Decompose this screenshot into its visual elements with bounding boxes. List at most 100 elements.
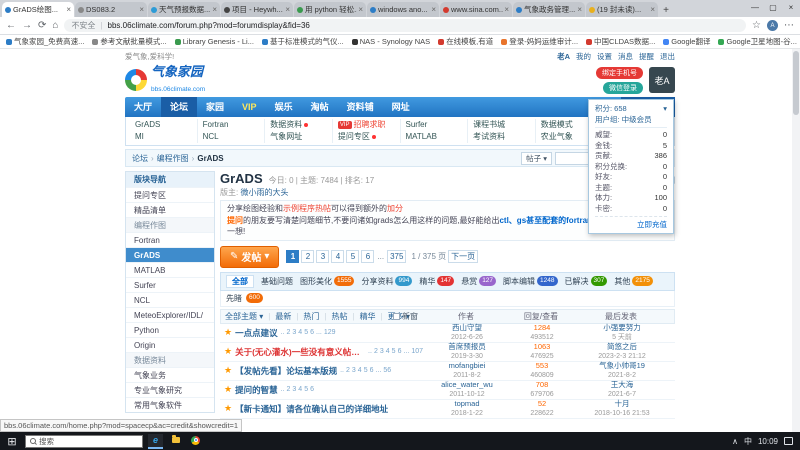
last-post-time[interactable]: 5 天前: [612, 334, 632, 341]
tray-expand-icon[interactable]: ∧: [732, 437, 738, 446]
tab-close-icon[interactable]: ×: [650, 5, 655, 14]
thread-page-link[interactable]: ...: [316, 329, 322, 336]
last-post-time[interactable]: 2023-2-3 21:12: [598, 353, 645, 360]
recharge-link[interactable]: 立即充值: [595, 216, 667, 230]
sidebar-item-Surfer[interactable]: Surfer: [126, 277, 214, 292]
filter-tab-分享资料[interactable]: 分享资料994: [361, 276, 412, 287]
last-poster-link[interactable]: 简悠之后: [573, 342, 671, 351]
maximize-icon[interactable]: ▢: [764, 0, 782, 14]
subnav-link[interactable]: 考试资料: [473, 131, 530, 143]
sidebar-item-精品清单[interactable]: 精品清单: [126, 202, 214, 217]
thread-page-link[interactable]: 107: [411, 348, 423, 355]
site-logo[interactable]: 气象家园 bbs.06climate.com: [125, 65, 205, 96]
thread-page-link[interactable]: 56: [383, 367, 391, 374]
subnav-link[interactable]: 提问专区: [338, 131, 395, 143]
sort-link-精华[interactable]: 精华: [360, 311, 376, 322]
new-window-checkbox[interactable]: [393, 313, 400, 320]
bookmark-item[interactable]: Library Genesis - Li...: [175, 37, 254, 46]
filter-tab-基础问题[interactable]: 基础问题: [261, 276, 293, 287]
last-poster-link[interactable]: 小强要努力: [573, 323, 671, 332]
subnav-link[interactable]: NCL: [203, 131, 260, 143]
forward-icon[interactable]: →: [22, 20, 32, 31]
notification-icon[interactable]: [784, 437, 793, 445]
thread-page-link[interactable]: 6: [310, 329, 314, 336]
breadcrumb-item[interactable]: 论坛: [132, 153, 148, 164]
nav-item-VIP[interactable]: VIP: [233, 97, 266, 117]
thread-author-link[interactable]: 西山守望: [423, 323, 511, 332]
wechat-login-badge[interactable]: 微信登录: [603, 82, 643, 94]
subnav-link[interactable]: 课程书城: [473, 119, 530, 131]
last-poster-link[interactable]: 气象小帅哥19: [573, 361, 671, 370]
page-number[interactable]: 2: [301, 250, 314, 263]
moderator-link[interactable]: 微小雨的大头: [240, 188, 288, 197]
page-number[interactable]: 1: [286, 250, 299, 263]
thread-title-link[interactable]: 一点点建议: [235, 327, 278, 339]
browser-tab[interactable]: 气象政务管理...×: [513, 2, 585, 17]
nav-item-资料铺[interactable]: 资料铺: [338, 97, 383, 117]
home-icon[interactable]: ⌂: [52, 20, 58, 31]
subnav-link[interactable]: Fortran: [203, 119, 260, 131]
sidebar-item-专业气象研究[interactable]: 专业气象研究: [126, 382, 214, 397]
bookmark-item[interactable]: Google卫星地图-谷...: [718, 36, 796, 47]
nav-item-淘帖[interactable]: 淘帖: [302, 97, 338, 117]
sidebar-item-气象业务[interactable]: 气象业务: [126, 367, 214, 382]
bookmark-item[interactable]: 气象家园_免费高速...: [6, 36, 84, 47]
bookmark-item[interactable]: 基于标准模式的气仪...: [262, 36, 344, 47]
back-icon[interactable]: ←: [6, 20, 16, 31]
thread-page-link[interactable]: 2: [374, 348, 378, 355]
start-button[interactable]: ⊞: [4, 435, 20, 448]
bind-phone-badge[interactable]: 绑定手机号: [596, 67, 643, 79]
new-post-button[interactable]: ✎ 发帖 ▾: [220, 246, 279, 268]
filter-tab-脚本编辑[interactable]: 脚本编辑1248: [503, 276, 557, 287]
user-avatar[interactable]: 老A: [649, 67, 675, 93]
last-poster-link[interactable]: 王大海: [573, 380, 671, 389]
page-scrollbar[interactable]: [792, 49, 800, 432]
filter-tab-全部[interactable]: 全部: [226, 275, 254, 288]
taskbar-edge-icon[interactable]: e: [148, 434, 163, 449]
nav-item-网址[interactable]: 网址: [383, 97, 419, 117]
subnav-link[interactable]: VIP招聘求职: [338, 119, 395, 131]
scrollbar-thumb[interactable]: [793, 51, 799, 115]
page-number[interactable]: 3: [316, 250, 329, 263]
filter-tab-其他[interactable]: 其他2175: [614, 276, 652, 287]
thread-title-link[interactable]: 【发帖先看】论坛基本版规: [235, 365, 337, 377]
tab-close-icon[interactable]: ×: [212, 5, 217, 14]
thread-page-link[interactable]: 3: [352, 367, 356, 374]
sidebar-item-数据资料[interactable]: 数据资料: [126, 352, 214, 367]
browser-tab[interactable]: 天气预报数据...×: [148, 2, 220, 17]
close-icon[interactable]: ×: [782, 0, 800, 14]
user-link[interactable]: 设置: [597, 51, 612, 62]
thread-page-link[interactable]: 2: [286, 329, 290, 336]
sidebar-item-Origin[interactable]: Origin: [126, 337, 214, 352]
nav-item-娱乐[interactable]: 娱乐: [266, 97, 302, 117]
sidebar-item-Fortran[interactable]: Fortran: [126, 232, 214, 247]
tab-close-icon[interactable]: ×: [431, 5, 436, 14]
refresh-icon[interactable]: ⟳: [38, 20, 46, 31]
filter-tab-精华[interactable]: 精华147: [419, 276, 454, 287]
thread-page-link[interactable]: ...: [376, 367, 382, 374]
new-tab-button[interactable]: +: [659, 3, 673, 17]
sort-link-最新[interactable]: 最新: [275, 311, 291, 322]
extra-filter-label[interactable]: 先睹: [226, 293, 242, 304]
thread-title-link[interactable]: 提问的智慧: [235, 384, 278, 396]
thread-page-link[interactable]: 129: [324, 329, 336, 336]
tab-close-icon[interactable]: ×: [139, 5, 144, 14]
bookmark-item[interactable]: 在线模板,有道: [438, 36, 493, 47]
thread-page-link[interactable]: 4: [298, 386, 302, 393]
last-post-time[interactable]: 2021-6-7: [608, 391, 636, 398]
thread-page-link[interactable]: 3: [292, 386, 296, 393]
browser-profile-avatar[interactable]: A: [767, 20, 778, 31]
tab-close-icon[interactable]: ×: [358, 5, 363, 14]
thread-page-link[interactable]: 2: [286, 386, 290, 393]
thread-author-link[interactable]: 首席预报员: [423, 342, 511, 351]
security-label[interactable]: 不安全: [71, 20, 95, 31]
taskbar-chrome-icon[interactable]: [188, 434, 203, 449]
user-score[interactable]: 积分: 658: [595, 103, 627, 114]
browser-menu-icon[interactable]: ⋯: [784, 20, 794, 31]
breadcrumb-item[interactable]: GrADS: [197, 154, 223, 163]
subnav-link[interactable]: 数据资料: [270, 119, 327, 131]
page-number[interactable]: 6: [361, 250, 374, 263]
bookmark-item[interactable]: 中国CLDAS数据...: [586, 36, 655, 47]
sidebar-item-NCL[interactable]: NCL: [126, 292, 214, 307]
subnav-link[interactable]: 气象网址: [270, 131, 327, 143]
